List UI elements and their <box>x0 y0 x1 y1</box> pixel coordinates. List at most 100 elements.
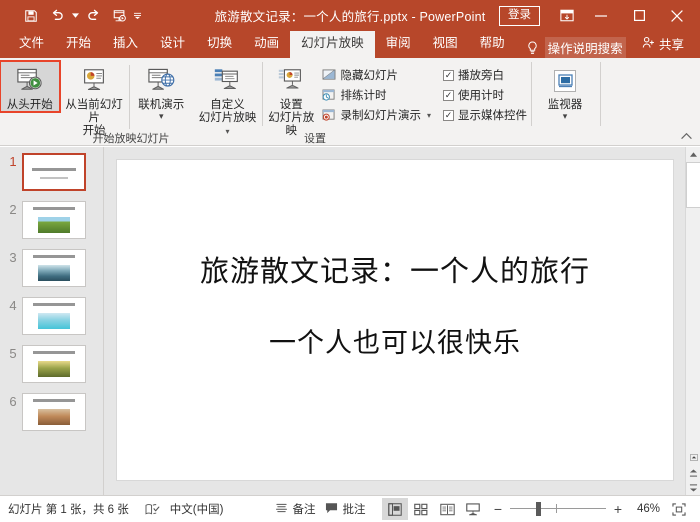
record-slide-show-dropdown-icon[interactable]: ▾ <box>425 111 433 120</box>
thumbnail-item-4[interactable]: 4 <box>0 297 103 335</box>
from-beginning-icon <box>14 64 45 98</box>
thumbnail-title-line <box>33 399 75 402</box>
thumbnail-item-6[interactable]: 6 <box>0 393 103 431</box>
scroll-page-up-icon[interactable] <box>686 465 700 480</box>
undo-dropdown-icon[interactable] <box>70 4 80 28</box>
slide-thumbnail[interactable] <box>22 249 86 287</box>
normal-view-button[interactable] <box>382 498 408 520</box>
tab-home[interactable]: 开始 <box>55 31 102 58</box>
tab-review[interactable]: 审阅 <box>375 31 422 58</box>
custom-slide-show-button[interactable]: 自定义幻灯片放映▾ <box>193 61 262 138</box>
rehearse-timings-icon <box>321 88 336 103</box>
thumbnail-image <box>38 265 70 281</box>
thumbnail-item-3[interactable]: 3 <box>0 249 103 287</box>
thumbnail-image <box>38 361 70 377</box>
customize-qat-icon[interactable] <box>132 4 142 28</box>
tab-design[interactable]: 设计 <box>149 31 196 58</box>
share-button[interactable]: 共享 <box>642 34 700 58</box>
zoom-in-button[interactable]: + <box>612 501 624 517</box>
notes-button[interactable]: 备注 <box>267 497 323 521</box>
thumbnail-item-5[interactable]: 5 <box>0 345 103 383</box>
reading-view-button[interactable] <box>434 498 460 520</box>
slide-thumbnail[interactable] <box>22 393 86 431</box>
from-beginning-button[interactable]: 从头开始 <box>0 61 60 112</box>
tab-view[interactable]: 视图 <box>422 31 469 58</box>
from-current-slide-label-line1: 从当前幻灯片 <box>65 99 123 124</box>
zoom-slider-handle[interactable] <box>536 502 541 516</box>
close-button[interactable] <box>658 0 696 31</box>
fit-slide-to-window-button[interactable] <box>666 498 692 520</box>
lightbulb-icon <box>526 39 540 56</box>
slide-sorter-view-button[interactable] <box>408 498 434 520</box>
title-bar-right: 登录 <box>499 0 700 31</box>
zoom-percentage-label[interactable]: 46% <box>630 503 660 515</box>
tab-transitions[interactable]: 切换 <box>196 31 243 58</box>
next-slide-icon[interactable] <box>686 480 700 495</box>
custom-slide-show-label-line2: 幻灯片放映 <box>199 112 257 124</box>
thumbnail-item-2[interactable]: 2 <box>0 201 103 239</box>
rehearse-timings-command[interactable]: 排练计时 <box>319 85 437 105</box>
slide-count-label[interactable]: 幻灯片 第 1 张，共 6 张 <box>8 497 137 521</box>
play-narrations-label: 播放旁白 <box>458 67 504 83</box>
thumbnail-item-1[interactable]: 1 <box>0 153 103 191</box>
undo-icon[interactable] <box>44 4 70 28</box>
comments-button[interactable]: 批注 <box>323 497 373 521</box>
previous-slide-icon[interactable] <box>686 450 700 465</box>
slide-title-textbox[interactable]: 旅游散文记录：一个人的旅行 <box>117 254 673 288</box>
minimize-button[interactable] <box>582 0 620 31</box>
set-up-slide-show-label-line1: 设置 <box>280 99 303 111</box>
slide-thumbnail-pane[interactable]: 1 2 3 4 <box>0 147 104 495</box>
record-slide-show-command[interactable]: 录制幻灯片演示 ▾ <box>319 105 437 125</box>
slide-thumbnail[interactable] <box>22 201 86 239</box>
tab-insert[interactable]: 插入 <box>102 31 149 58</box>
hide-slide-command[interactable]: 隐藏幻灯片 <box>319 65 437 85</box>
play-narrations-checkbox[interactable]: ✓ 播放旁白 <box>441 65 531 85</box>
sign-in-button[interactable]: 登录 <box>499 6 540 26</box>
tab-animations[interactable]: 动画 <box>243 31 290 58</box>
language-label[interactable]: 中文(中国) <box>168 497 232 521</box>
monitor-button[interactable]: 监视器 ▾ <box>532 61 598 120</box>
redo-icon[interactable] <box>80 4 106 28</box>
ribbon: 从头开始 从当前幻灯片开始 <box>0 58 700 146</box>
tab-file[interactable]: 文件 <box>8 31 55 58</box>
thumbnail-subtitle-line <box>40 177 68 179</box>
rehearse-timings-label: 排练计时 <box>340 87 386 103</box>
zoom-control: − + 46% <box>486 501 660 517</box>
tell-me-search[interactable]: 操作说明搜索 <box>516 37 626 58</box>
vertical-scrollbar[interactable] <box>685 147 700 495</box>
save-icon[interactable] <box>18 4 44 28</box>
slide-thumbnail[interactable] <box>22 153 86 191</box>
set-up-slide-show-button[interactable]: 设置幻灯片放映 <box>263 61 319 138</box>
from-current-slide-icon <box>79 64 109 98</box>
zoom-slider[interactable] <box>510 503 606 515</box>
collapse-ribbon-icon[interactable] <box>681 131 692 143</box>
start-from-beginning-icon[interactable] <box>106 4 132 28</box>
slide-thumbnail[interactable] <box>22 297 86 335</box>
share-label: 共享 <box>659 34 684 53</box>
thumbnail-image <box>38 409 70 425</box>
ribbon-group-start-slide-show: 从头开始 从当前幻灯片开始 <box>0 58 262 128</box>
zoom-out-button[interactable]: − <box>492 501 504 517</box>
maximize-button[interactable] <box>620 0 658 31</box>
thumbnail-title-line <box>33 207 75 210</box>
ribbon-display-options-icon[interactable] <box>552 3 582 29</box>
from-beginning-label: 从头开始 <box>7 99 53 112</box>
monitor-dropdown-icon[interactable]: ▾ <box>563 112 568 120</box>
ribbon-group-set-up: 设置幻灯片放映 隐藏幻灯片 排练 <box>263 58 531 128</box>
slide-subtitle-textbox[interactable]: 一个人也可以很快乐 <box>117 328 673 360</box>
slide-show-button[interactable] <box>460 498 486 520</box>
slide-thumbnail[interactable] <box>22 345 86 383</box>
scrollbar-thumb[interactable] <box>686 162 700 208</box>
current-slide[interactable]: 旅游散文记录：一个人的旅行 一个人也可以很快乐 <box>116 159 674 481</box>
present-online-button[interactable]: 联机演示 ▾ <box>130 61 193 120</box>
use-timings-checkbox[interactable]: ✓ 使用计时 <box>441 85 531 105</box>
from-current-slide-button[interactable]: 从当前幻灯片开始 <box>60 61 129 138</box>
scroll-up-icon[interactable] <box>686 147 700 162</box>
tab-slide-show[interactable]: 幻灯片放映 <box>290 31 375 58</box>
tab-help[interactable]: 帮助 <box>469 31 516 58</box>
present-online-dropdown-icon[interactable]: ▾ <box>159 112 164 120</box>
show-media-controls-checkbox[interactable]: ✓ 显示媒体控件 <box>441 105 531 125</box>
spell-check-button[interactable] <box>137 497 168 521</box>
status-bar-left: 幻灯片 第 1 张，共 6 张 中文(中国) <box>0 497 231 521</box>
thumbnail-number: 6 <box>4 393 22 409</box>
